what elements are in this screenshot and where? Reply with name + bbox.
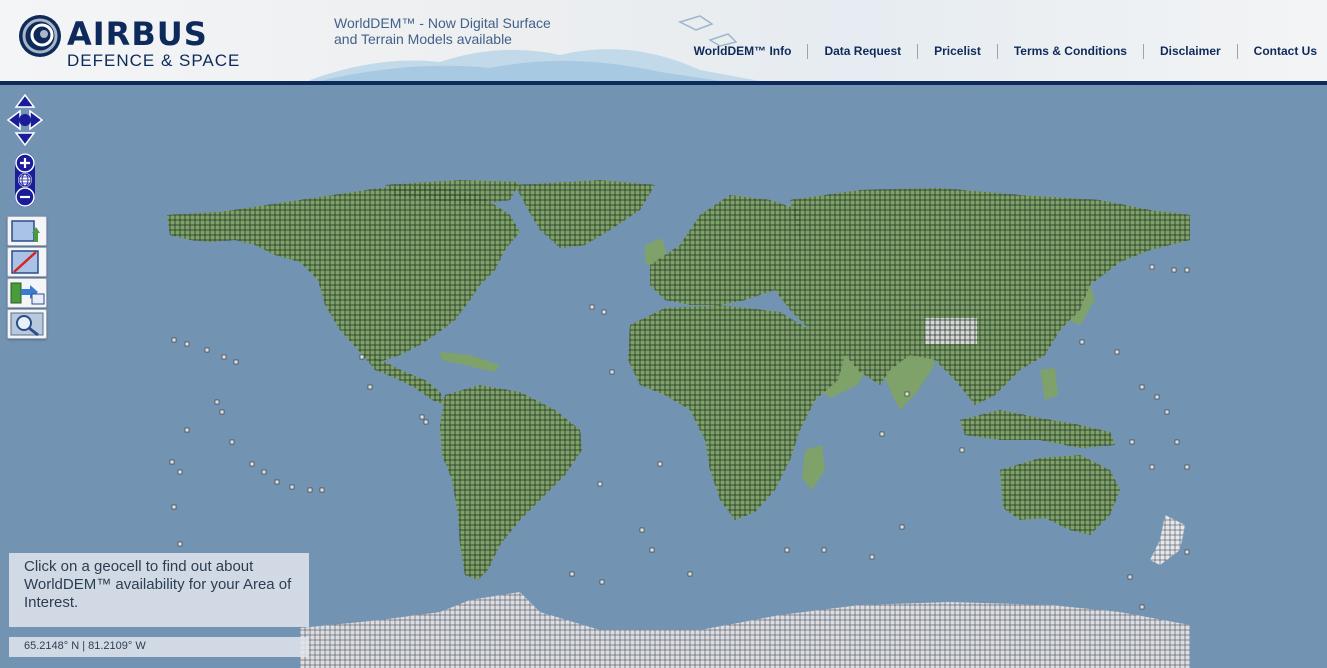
brand-division: DEFENCE & SPACE [67,51,241,70]
clear-selection-icon [11,250,39,274]
nav-contact-us[interactable]: Contact Us [1236,44,1327,59]
nav-terms-conditions[interactable]: Terms & Conditions [996,44,1143,59]
zoom-extent-icon [10,312,44,337]
pan-right-icon[interactable] [29,109,43,131]
coordinate-readout: 65.2148° N | 81.2109° W [24,640,146,652]
area-select-icon [11,220,40,242]
pan-control[interactable] [7,94,43,146]
area-select-button[interactable] [7,216,47,246]
brand-name: AIRBUS [67,15,208,53]
clear-selection-button[interactable] [7,247,47,277]
site-header: AIRBUS DEFENCE & SPACE WorldDEM™ - Now D… [0,0,1327,85]
geocell-grid [167,180,1190,668]
globe-icon[interactable] [18,173,32,187]
pan-up-icon[interactable] [14,94,36,108]
zoom-in-icon[interactable] [15,153,35,173]
nav-pricelist[interactable]: Pricelist [917,44,997,59]
main-navigation: WorldDEM™ Info Data Request Pricelist Te… [678,44,1327,59]
info-message: Click on a geocell to find out about Wor… [24,558,292,611]
zoom-control[interactable] [14,152,36,208]
export-icon [10,282,45,305]
promo-line-2: and Terrain Models available [334,31,512,47]
promo-line-1: WorldDEM™ - Now Digital Surface [334,15,551,31]
coordinate-panel: 65.2148° N | 81.2109° W [9,637,309,657]
zoom-extent-button[interactable] [7,309,47,339]
airbus-logo-icon [19,15,61,57]
pan-down-icon[interactable] [14,132,36,146]
nav-data-request[interactable]: Data Request [807,44,917,59]
nav-worlddem-info[interactable]: WorldDEM™ Info [678,44,808,59]
landmass-caribbean[interactable] [440,352,500,372]
landmass-philippines[interactable] [1040,368,1058,400]
info-panel: Click on a geocell to find out about Wor… [9,553,309,627]
landmass-madagascar[interactable] [802,445,825,490]
nav-disclaimer[interactable]: Disclaimer [1142,44,1237,59]
zoom-out-icon[interactable] [15,187,35,207]
pan-left-icon[interactable] [7,109,21,131]
export-button[interactable] [7,278,47,308]
